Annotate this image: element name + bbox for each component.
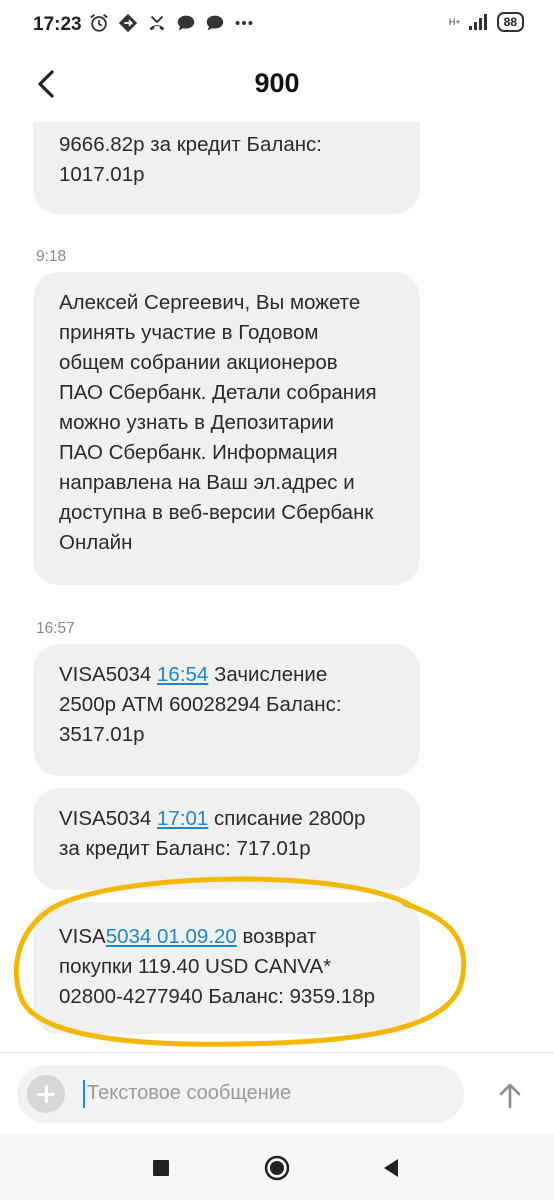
add-icon[interactable] (27, 1075, 65, 1113)
text-caret (83, 1080, 85, 1108)
message-input[interactable]: Текстовое сообщение (17, 1065, 464, 1123)
navigation-bar (0, 1134, 554, 1200)
message-timestamp: 9:18 (36, 248, 67, 265)
back-icon[interactable] (377, 1154, 405, 1182)
message-bubble[interactable]: 9666.82р за кредит Баланс: 1017.01р (33, 122, 420, 214)
message-bubble[interactable]: Алексей Сергеевич, Вы можете принять уча… (33, 272, 420, 585)
vpn-key-icon (118, 13, 138, 33)
composer-bar: Текстовое сообщение (0, 1052, 554, 1135)
chat-icon (206, 15, 224, 31)
message-bubble[interactable]: VISA5034 01.09.20 возврат покупки 119.40… (33, 902, 420, 1034)
message-text: Зачисление (208, 663, 328, 686)
network-type: H+ (448, 16, 461, 27)
conversation-header: 900 (0, 50, 554, 122)
message-bubble[interactable]: VISA5034 16:54 Зачисление 2500р ATM 6002… (33, 644, 420, 776)
message-input-placeholder: Текстовое сообщение (87, 1082, 292, 1104)
message-line: направлена на Ваш эл.адрес и (59, 471, 355, 494)
message-line: 9666.82р за кредит Баланс: (59, 133, 322, 156)
message-bubble[interactable]: VISA5034 17:01 списание 2800р за кредит … (33, 788, 420, 890)
home-icon[interactable] (263, 1154, 291, 1182)
message-line: Алексей Сергеевич, Вы можете (59, 291, 361, 314)
conversation-title: 900 (254, 68, 300, 98)
message-line: за кредит Баланс: 717.01р (59, 837, 311, 860)
signal-icon (468, 14, 487, 30)
message-line: доступна в веб-версии Сбербанк (59, 501, 374, 524)
message-line: ПАО Сбербанк. Информация (59, 441, 338, 464)
status-notification-icons (88, 12, 255, 34)
message-line: покупки 119.40 USD CANVA* (59, 955, 332, 978)
message-line: принять участие в Годовом (59, 321, 319, 344)
battery-level: 88 (496, 12, 524, 32)
status-time: 17:23 (33, 14, 82, 35)
send-icon[interactable] (490, 1075, 530, 1115)
message-time-link[interactable]: 16:54 (157, 663, 208, 686)
message-date-link[interactable]: 5034 01.09.20 (106, 925, 237, 948)
chat-icon (177, 15, 195, 31)
message-text: списание 2800р (208, 807, 366, 830)
message-line: общем собрании акционеров (59, 351, 338, 374)
message-line: можно узнать в Депозитарии (59, 411, 334, 434)
message-prefix: VISA (59, 925, 106, 948)
message-list[interactable]: 9666.82р за кредит Баланс: 1017.01р 9:18… (0, 122, 554, 1052)
recents-icon[interactable] (147, 1154, 175, 1182)
message-time-link[interactable]: 17:01 (157, 807, 208, 830)
message-timestamp: 16:57 (36, 620, 75, 637)
message-line: 2500р ATM 60028294 Баланс: (59, 693, 342, 716)
status-bar: 17:23 H+ 88 (0, 0, 554, 50)
message-line: ПАО Сбербанк. Детали собрания (59, 381, 377, 404)
message-line: Онлайн (59, 531, 133, 554)
message-line: 02800-4277940 Баланс: 9359.18р (59, 985, 376, 1008)
message-prefix: VISA5034 (59, 807, 158, 830)
alarm-icon (90, 14, 108, 32)
message-text: возврат (236, 925, 317, 948)
message-line: 3517.01р (59, 723, 145, 746)
more-icon (235, 20, 253, 26)
message-line: 1017.01р (59, 163, 145, 186)
status-right: H+ 88 (449, 12, 524, 32)
message-prefix: VISA5034 (59, 663, 158, 686)
missed-call-icon (149, 15, 165, 31)
